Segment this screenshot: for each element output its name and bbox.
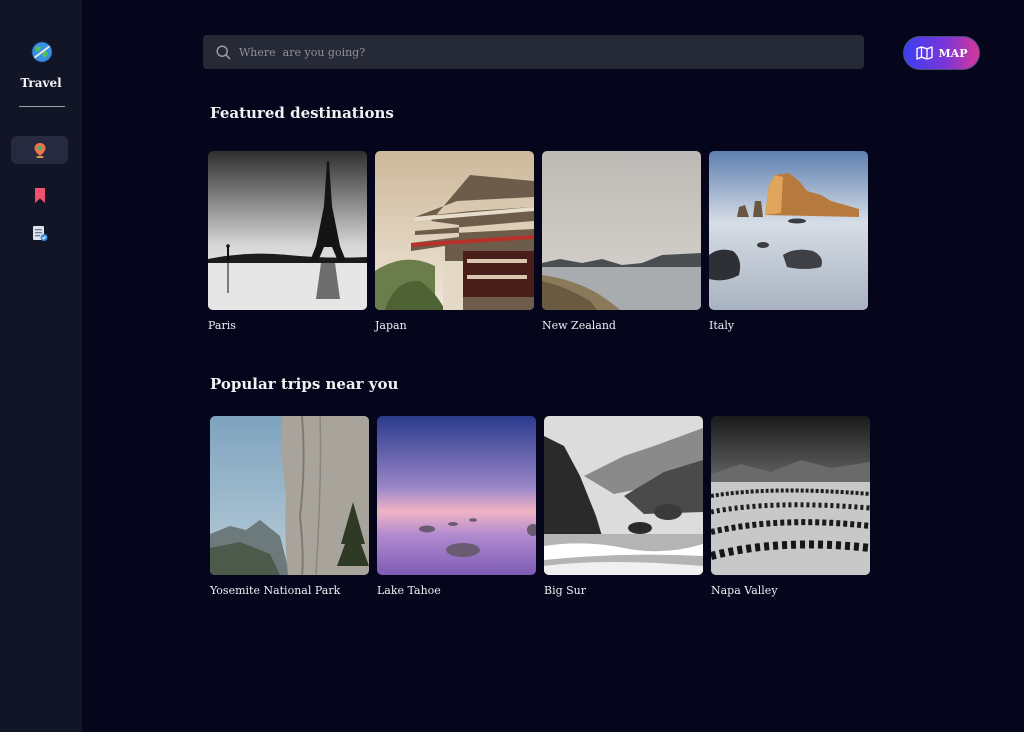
trip-name: Lake Tahoe <box>377 584 441 597</box>
trip-name: Napa Valley <box>711 584 778 597</box>
globe-icon <box>31 41 53 63</box>
trip-name: Big Sur <box>544 584 587 597</box>
italy-image <box>709 151 868 310</box>
big-sur-image <box>544 416 703 575</box>
sidebar-item-itinerary[interactable] <box>11 219 68 247</box>
japan-image <box>375 151 534 310</box>
search-bar[interactable] <box>203 35 864 69</box>
featured-section-title: Featured destinations <box>210 104 394 122</box>
trip-name: Yosemite National Park <box>210 584 341 597</box>
paris-image <box>208 151 367 310</box>
search-input[interactable] <box>239 45 839 59</box>
trip-card-big-sur[interactable]: Big Sur <box>544 416 703 597</box>
map-button[interactable]: MAP <box>903 36 980 70</box>
map-button-label: MAP <box>938 46 968 60</box>
sidebar-item-explore[interactable] <box>11 136 68 164</box>
lake-tahoe-image <box>377 416 536 575</box>
popular-section-title: Popular trips near you <box>210 375 399 393</box>
destination-card-paris[interactable]: Paris <box>208 151 367 332</box>
trip-card-napa-valley[interactable]: Napa Valley <box>711 416 870 597</box>
map-icon <box>915 46 933 60</box>
location-pin-icon <box>34 143 45 158</box>
new-zealand-image <box>542 151 701 310</box>
destination-name: Japan <box>375 319 407 332</box>
destination-card-japan[interactable]: Japan <box>375 151 534 332</box>
napa-valley-image <box>711 416 870 575</box>
app-title: Travel <box>20 76 62 90</box>
trip-card-yosemite[interactable]: Yosemite National Park <box>210 416 369 597</box>
bookmark-icon <box>34 187 45 203</box>
itinerary-icon <box>32 225 47 241</box>
sidebar: Travel <box>0 0 82 732</box>
destination-name: New Zealand <box>542 319 616 332</box>
trip-card-lake-tahoe[interactable]: Lake Tahoe <box>377 416 536 597</box>
destination-card-new-zealand[interactable]: New Zealand <box>542 151 701 332</box>
destination-card-italy[interactable]: Italy <box>709 151 868 332</box>
destination-name: Paris <box>208 319 236 332</box>
yosemite-image <box>210 416 369 575</box>
sidebar-divider <box>19 106 65 107</box>
sidebar-item-saved[interactable] <box>11 181 68 209</box>
search-icon <box>216 44 231 59</box>
destination-name: Italy <box>709 319 735 332</box>
